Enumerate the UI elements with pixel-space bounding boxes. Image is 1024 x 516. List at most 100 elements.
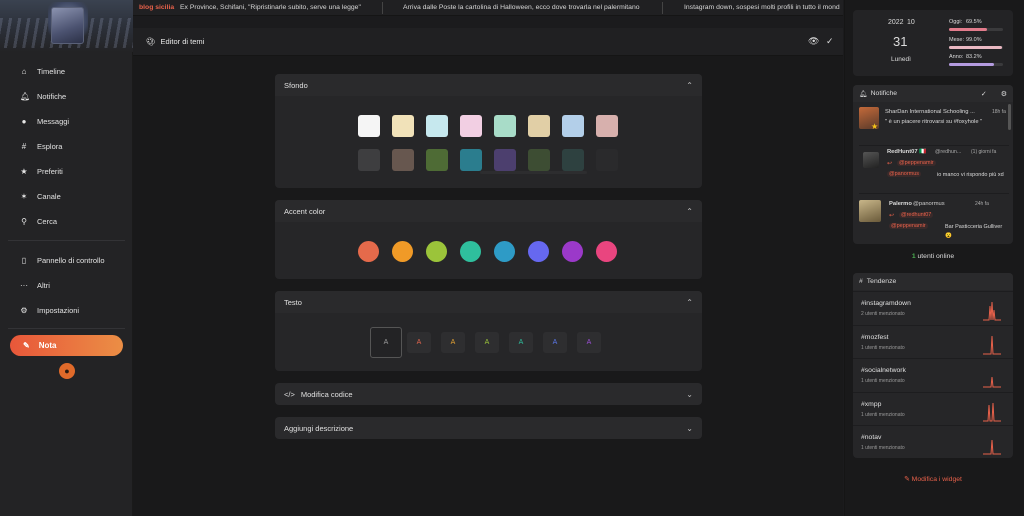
accent-color-option[interactable] (392, 241, 413, 262)
trend-item[interactable]: #socialnetwork 1 utenti menzionato (853, 358, 1013, 391)
search-icon: ⚲ (21, 216, 27, 226)
sidebar-item-impostazioni[interactable]: ⚙ Impostazioni (20, 303, 79, 317)
preview-eye-icon[interactable]: 👁︎ (808, 36, 819, 47)
background-swatch-light[interactable] (392, 115, 414, 137)
star-icon: ★ (871, 122, 879, 131)
mark-read-check-icon[interactable]: ✓ (981, 90, 987, 98)
hashtag-icon: # (859, 278, 863, 285)
accent-panel-header[interactable]: Accent color ⌃ (275, 200, 702, 222)
background-swatch-dark[interactable] (392, 149, 414, 171)
trend-sparkline-line (983, 376, 1001, 388)
background-swatch-light[interactable] (494, 115, 516, 137)
sidebar-item-pannello[interactable]: ▯ Pannello di controllo (20, 253, 105, 267)
gear-icon[interactable]: ⚙ (1001, 90, 1007, 98)
ticker-item[interactable]: Instagram down, sospesi molti profili in… (684, 4, 840, 11)
notification-item[interactable]: RedHunt07 🇮🇹 @redhun... (1) giorni fa ↩ … (859, 145, 1009, 189)
text-color-option[interactable]: A (475, 332, 499, 353)
hashtag-icon: # (21, 141, 27, 151)
background-swatch-light[interactable] (528, 115, 550, 137)
accent-color-option[interactable] (426, 241, 447, 262)
background-swatch-dark[interactable] (528, 149, 550, 171)
background-swatch-dark[interactable] (426, 149, 448, 171)
trend-sparkline (983, 439, 1001, 455)
trend-sparkline (983, 301, 1001, 321)
rss-ticker[interactable]: blog sicilia Ex Province, Schifani, "Rip… (133, 0, 843, 16)
calendar-day: 31 (893, 34, 908, 49)
sidebar-divider (8, 240, 125, 241)
calendar-month: 10 (907, 19, 915, 26)
background-swatch-dark[interactable] (596, 149, 618, 171)
background-swatch-light[interactable] (460, 115, 482, 137)
text-color-option[interactable]: A (577, 332, 601, 353)
sidebar-item-timeline[interactable]: ⌂ Timeline (20, 64, 66, 78)
pencil-icon: ✎ (904, 476, 910, 483)
sidebar-item-altri[interactable]: ··· Altri (20, 278, 50, 292)
accent-color-option[interactable] (528, 241, 549, 262)
background-swatch-dark[interactable] (562, 149, 584, 171)
avatar[interactable] (51, 7, 84, 44)
trend-item[interactable]: #instagramdown 2 utenti menzionato (853, 291, 1013, 324)
edit-widgets-link[interactable]: ✎ Modifica i widget (853, 475, 1013, 483)
trend-item[interactable]: #notav 1 utenti menzionato (853, 425, 1013, 458)
ellipsis-icon: ··· (20, 280, 28, 290)
text-color-option[interactable]: A (509, 332, 533, 353)
calendar-year: 2022 (888, 19, 904, 26)
background-swatch-dark[interactable] (358, 149, 380, 171)
sidebar-item-messaggi[interactable]: ● Messaggi (20, 114, 70, 128)
text-panel: Testo ⌃ AAAAAAA (275, 291, 702, 371)
code-panel-header[interactable]: </> Modifica codice ⌄ (275, 383, 702, 405)
accent-color-option[interactable] (358, 241, 379, 262)
accent-color-option[interactable] (562, 241, 583, 262)
trend-sparkline (983, 376, 1001, 388)
text-color-option[interactable]: A (407, 332, 431, 353)
background-swatch-light[interactable] (358, 115, 380, 137)
background-panel-header[interactable]: Sfondo ⌃ (275, 74, 702, 96)
background-swatch-light[interactable] (596, 115, 618, 137)
background-swatch-light[interactable] (426, 115, 448, 137)
sidebar-item-esplora[interactable]: # Esplora (20, 139, 63, 153)
background-swatch-light[interactable] (562, 115, 584, 137)
sidebar-item-canale[interactable]: ✶ Canale (20, 189, 61, 203)
trend-sparkline (983, 402, 1001, 421)
text-color-option[interactable]: A (370, 327, 402, 358)
trends-widget: # Tendenze #instagramdown 2 utenti menzion… (853, 273, 1013, 458)
trend-item[interactable]: #xmpp 1 utenti menzionato (853, 391, 1013, 425)
trend-count: 1 utenti menzionato (861, 445, 905, 451)
ticker-item[interactable]: Ex Province, Schifani, "Ripristinarle su… (180, 4, 361, 11)
trend-tag: #socialnetwork (861, 367, 906, 374)
sidebar-item-preferiti[interactable]: ★ Preferiti (20, 164, 62, 178)
trend-sparkline-line (983, 439, 1001, 455)
text-panel-header[interactable]: Testo ⌃ (275, 291, 702, 313)
avatar (863, 152, 879, 168)
sidebar-item-notifiche[interactable]: 🔔︎ Notifiche (20, 89, 66, 103)
instance-logo-icon[interactable]: ● (59, 363, 75, 379)
reply-icon: ↩ (887, 161, 893, 167)
text-color-option[interactable]: A (441, 332, 465, 353)
code-icon: </> (284, 389, 295, 399)
accent-color-option[interactable] (596, 241, 617, 262)
notification-item[interactable]: ★ SharDan International Schooling ... 18… (859, 107, 1009, 139)
text-color-option[interactable]: A (543, 332, 567, 353)
note-button[interactable]: ✎ Nota (10, 335, 123, 356)
trend-tag: #mozfest (861, 333, 889, 341)
ticker-item[interactable]: Arriva dalle Poste la cartolina di Hallo… (403, 4, 640, 11)
notification-item[interactable]: Palermo @panormus 24h fa ↩ @redhunt07 @p… (859, 193, 1009, 243)
description-panel-header[interactable]: Aggiungi descrizione ⌄ (275, 417, 702, 439)
chevron-up-icon: ⌃ (686, 206, 693, 216)
online-users: 1 utenti online (911, 253, 955, 260)
accent-color-option[interactable] (494, 241, 515, 262)
chevron-down-icon: ⌄ (686, 423, 693, 433)
trend-item[interactable]: #mozfest 1 utenti menzionato (853, 324, 1013, 358)
sidebar-item-cerca[interactable]: ⚲ Cerca (20, 214, 57, 228)
background-swatch-dark[interactable] (460, 149, 482, 171)
background-swatch-dark[interactable] (494, 149, 516, 171)
sidebar-divider-2 (8, 328, 125, 329)
trend-tag: #instagramdown (861, 300, 911, 307)
save-check-icon[interactable]: ✓ (826, 36, 834, 47)
right-widgets: 2022 10 31 Lunedì Oggi: 69.5% Mese: 99.0… (844, 0, 1024, 516)
editor-header: 🎨︎ Editor di temi 👁︎ ✓ (133, 28, 843, 56)
today-progress (949, 28, 987, 31)
accent-panel: Accent color ⌃ (275, 200, 702, 279)
accent-color-option[interactable] (460, 241, 481, 262)
home-icon: ⌂ (21, 66, 27, 76)
